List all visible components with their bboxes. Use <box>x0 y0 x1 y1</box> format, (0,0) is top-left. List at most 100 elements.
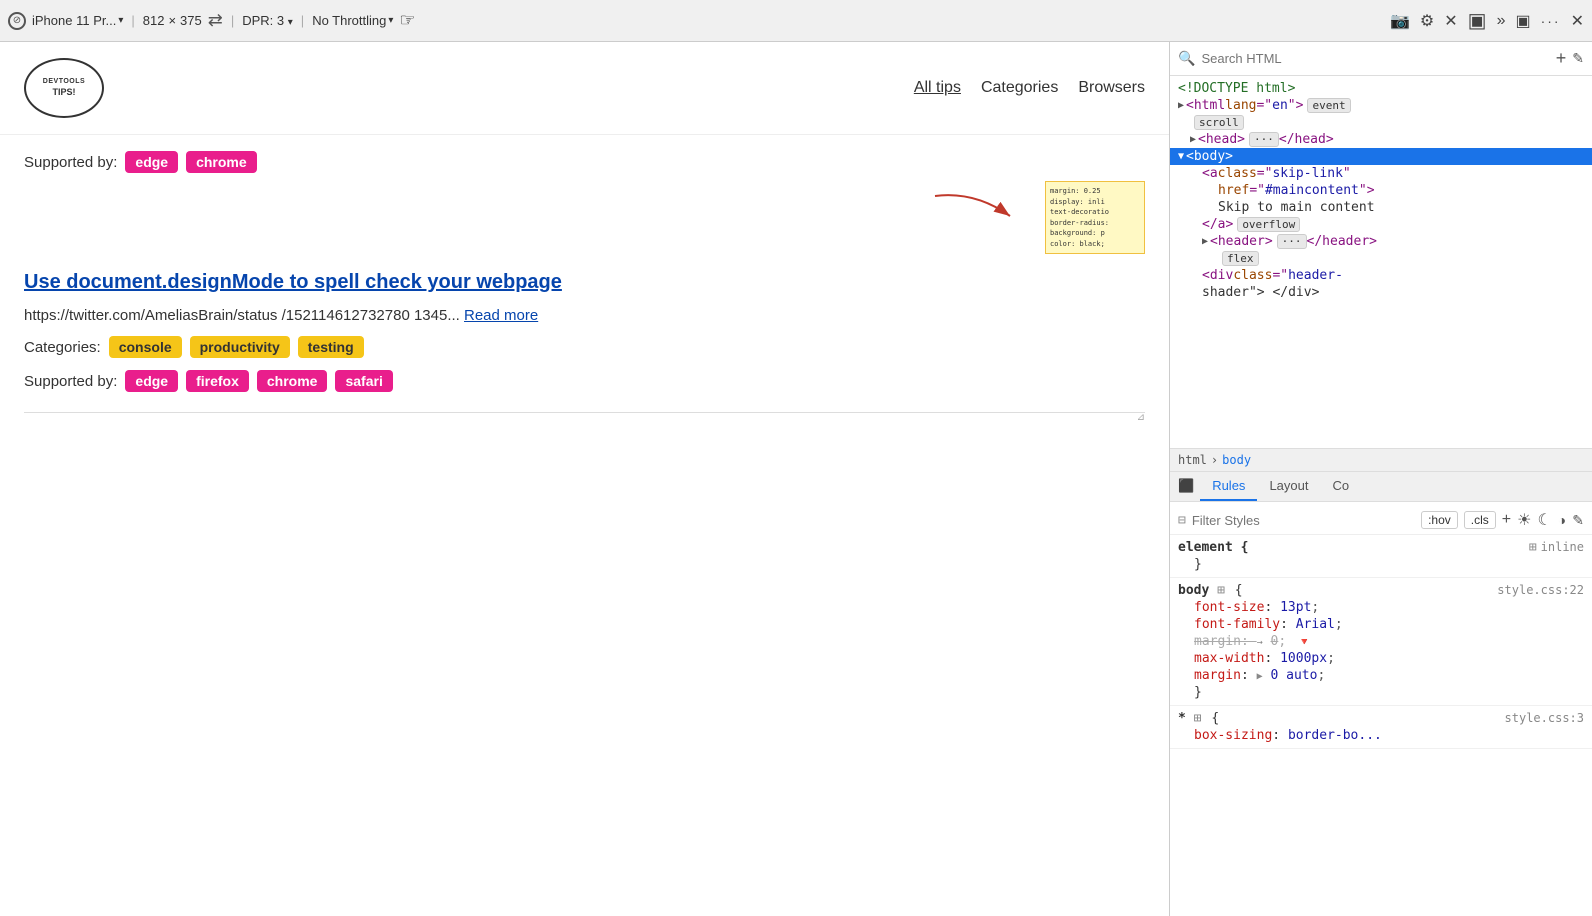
head-close-tag: </head> <box>1279 132 1334 147</box>
html-search-bar: 🔍 + ✎ <box>1170 42 1592 76</box>
extra-style-button[interactable]: ✎ <box>1572 512 1584 529</box>
tab-computed[interactable]: Co <box>1320 472 1361 501</box>
annotation-area: margin: 0.25 display: inli text-decorati… <box>24 181 1145 261</box>
nav-browsers[interactable]: Browsers <box>1078 79 1145 97</box>
flex-badge: flex <box>1222 251 1259 266</box>
close-panel-button[interactable]: ✕ <box>1571 11 1584 31</box>
device-selector[interactable]: iPhone 11 Pr... ▾ <box>32 13 123 28</box>
viewport-height: 375 <box>180 13 202 28</box>
tree-line-div-header[interactable]: <div class="header- <box>1170 267 1592 284</box>
nav-all-tips[interactable]: All tips <box>914 79 961 97</box>
dpr-selector[interactable]: DPR: 3 ▾ <box>242 13 293 28</box>
badge-console: console <box>109 336 182 358</box>
search-icon: 🔍 <box>1178 50 1195 67</box>
edit-icon[interactable]: ✎ <box>1572 50 1584 67</box>
separator-3: | <box>301 13 304 28</box>
site-logo: DEVTOOLS TIPS! <box>24 58 104 118</box>
nav-categories[interactable]: Categories <box>981 79 1058 97</box>
throttle-label: No Throttling <box>312 13 386 28</box>
cls-button[interactable]: .cls <box>1464 511 1496 529</box>
tip-url: https://twitter.com/AmeliasBrain/status … <box>24 307 1145 324</box>
badge-edge-bottom: edge <box>125 370 178 392</box>
star-settings-icon[interactable]: ⊞ <box>1194 711 1202 726</box>
dock-button[interactable]: ▣ <box>1515 11 1530 31</box>
top-supported-label: Supported by: <box>24 154 117 171</box>
body-max-width-line: max-width: 1000px; <box>1178 650 1584 667</box>
add-attribute-button[interactable]: + <box>1556 48 1567 69</box>
overflow-badge: overflow <box>1237 217 1300 232</box>
ellipsis-button[interactable]: ··· <box>1541 13 1561 29</box>
inspect-button[interactable]: ▣ <box>1468 8 1487 33</box>
settings-button[interactable]: ⚙ <box>1420 11 1434 31</box>
separator-1: | <box>131 13 134 28</box>
tree-line-a-skip[interactable]: <a class="skip-link" <box>1170 165 1592 182</box>
body-margin-line-2: margin: ▶ 0 auto; <box>1178 667 1584 684</box>
body-settings-icon[interactable]: ⊞ <box>1217 583 1225 598</box>
resize-handle[interactable]: ⊿ <box>1137 412 1145 423</box>
rotate-button[interactable]: ⇄ <box>208 10 223 31</box>
body-toggle[interactable]: ▼ <box>1178 151 1184 162</box>
viewport-width: 812 <box>143 13 165 28</box>
tip-title[interactable]: Use document.designMode to spell check y… <box>24 269 1145 295</box>
site-header: DEVTOOLS TIPS! All tips Categories Brows… <box>0 42 1169 135</box>
screenshot-button[interactable]: 📷 <box>1390 11 1410 31</box>
annotation-tooltip: margin: 0.25 display: inli text-decorati… <box>1045 181 1145 254</box>
throttle-chevron-icon: ▾ <box>388 15 393 26</box>
breadcrumb-body[interactable]: body <box>1222 453 1251 467</box>
html-search-input[interactable] <box>1201 51 1549 66</box>
dimension-cross: × <box>168 13 176 28</box>
html-toggle[interactable]: ▶ <box>1178 100 1184 111</box>
margin-expand-icon[interactable]: ▶ <box>1257 671 1263 682</box>
main-split: DEVTOOLS TIPS! All tips Categories Brows… <box>0 42 1592 916</box>
skip-text: Skip to main content <box>1218 200 1375 215</box>
dpr-label: DPR: 3 <box>242 13 284 28</box>
element-settings-icon[interactable]: ⊞ <box>1529 540 1537 555</box>
site-nav: All tips Categories Browsers <box>914 79 1145 97</box>
devtools-toolbar: ⊘ iPhone 11 Pr... ▾ | 812 × 375 ⇄ | DPR:… <box>0 0 1592 42</box>
throttle-selector[interactable]: No Throttling ▾ <box>312 13 393 28</box>
breadcrumb-arrow: › <box>1211 453 1218 467</box>
more-tools-button[interactable]: » <box>1497 12 1506 30</box>
body-tag: <body> <box>1186 149 1233 164</box>
tree-line-head[interactable]: ▶ <head> ··· </head> <box>1170 131 1592 148</box>
tree-line-a-close: </a> overflow <box>1170 216 1592 233</box>
tree-line-html[interactable]: ▶ <html lang="en"> event <box>1170 97 1592 114</box>
body-close-brace: } <box>1178 684 1584 701</box>
tree-line-body[interactable]: ▼ <body> <box>1170 148 1592 165</box>
device-no-signal-icon: ⊘ <box>8 12 26 30</box>
close-devtools-button[interactable]: ✕ <box>1444 11 1457 31</box>
tree-line-header[interactable]: ▶ <header> ··· </header> <box>1170 233 1592 250</box>
div-header-tag: <div <box>1202 268 1233 283</box>
badge-edge-top: edge <box>125 151 178 173</box>
breadcrumb-html[interactable]: html <box>1178 453 1207 467</box>
viewport-panel: DEVTOOLS TIPS! All tips Categories Brows… <box>0 42 1170 916</box>
scroll-badge: scroll <box>1194 115 1244 130</box>
viewport-dimensions: 812 × 375 <box>143 13 202 28</box>
tab-layout[interactable]: Layout <box>1257 472 1320 501</box>
computed-styles-icon[interactable]: ⬛ <box>1178 472 1200 501</box>
html-tag-open: <html <box>1186 98 1225 113</box>
add-style-button[interactable]: + <box>1502 511 1511 529</box>
star-selector-line: * ⊞ { style.css:3 <box>1178 710 1584 727</box>
top-supported-row: Supported by: edge chrome <box>24 151 1145 173</box>
device-name-label: iPhone 11 Pr... <box>32 13 116 28</box>
toolbar-right-actions: 📷 ⚙ ✕ ▣ » ▣ ··· ✕ <box>1390 8 1584 33</box>
body-origin: style.css:22 <box>1497 583 1584 597</box>
read-more-link[interactable]: Read more <box>464 307 538 324</box>
body-selector-line: body ⊞ { style.css:22 <box>1178 582 1584 599</box>
touch-icon[interactable]: ☞ <box>399 10 415 31</box>
header-toggle[interactable]: ▶ <box>1202 236 1208 247</box>
filter-styles-input[interactable] <box>1192 513 1415 528</box>
styles-tabs: ⬛ Rules Layout Co <box>1170 472 1592 502</box>
tab-rules[interactable]: Rules <box>1200 472 1257 501</box>
body-font-family-line: font-family: Arial; <box>1178 616 1584 633</box>
hov-button[interactable]: :hov <box>1421 511 1458 529</box>
contrast-button[interactable]: ◑ <box>1558 512 1566 528</box>
head-toggle[interactable]: ▶ <box>1190 134 1196 145</box>
light-mode-button[interactable]: ☀ <box>1517 510 1531 530</box>
element-selector: element { <box>1178 540 1248 555</box>
a-close-tag: </a> <box>1202 217 1233 232</box>
devtools-panel: 🔍 + ✎ <!DOCTYPE html> ▶ <html lang="en">… <box>1170 42 1592 916</box>
dark-mode-button[interactable]: ☾ <box>1537 510 1551 530</box>
site-content: Supported by: edge chrome <box>0 135 1169 429</box>
